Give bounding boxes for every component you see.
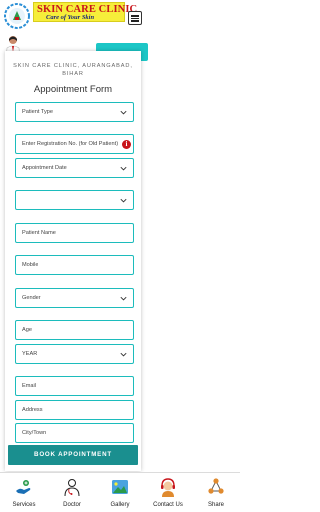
registration-number-input[interactable]: Enter Registration No. (for Old Patient)… <box>15 134 134 154</box>
patient-name-input[interactable]: Patient Name <box>15 223 134 243</box>
nav-item-gallery[interactable]: Gallery <box>100 477 140 511</box>
menu-button[interactable] <box>128 11 142 25</box>
address-input[interactable]: Address <box>15 400 134 420</box>
gallery-icon <box>112 480 128 494</box>
app-page: SKIN CARE CLINIC Care of Your Skin SKIN … <box>0 0 240 512</box>
field-placeholder: Gender <box>22 295 41 301</box>
chevron-down-icon <box>120 352 127 357</box>
clinic-address: SKIN CARE CLINIC, AURANGABAD, BIHAR <box>13 63 133 77</box>
services-icon <box>16 480 31 494</box>
nav-item-share[interactable]: Share <box>196 477 236 511</box>
book-appointment-button[interactable]: BOOK APPOINTMENT <box>8 445 138 465</box>
share-icon <box>208 478 224 494</box>
field-placeholder: Enter Registration No. (for Old Patient) <box>22 141 119 147</box>
nav-item-doctor[interactable]: Doctor <box>52 477 92 511</box>
nav-label: Doctor <box>63 502 81 508</box>
brand-tagline: Care of Your Skin <box>46 14 95 21</box>
field-placeholder: Mobile <box>22 262 39 268</box>
nav-label: Gallery <box>110 502 130 508</box>
chevron-down-icon <box>120 198 127 203</box>
info-icon[interactable]: i <box>122 140 131 149</box>
mobile-input[interactable]: Mobile <box>15 255 134 275</box>
doctor-icon <box>64 479 80 497</box>
field-placeholder: Patient Type <box>22 109 53 115</box>
clinic-logo[interactable] <box>2 2 32 30</box>
field-placeholder: Address <box>22 407 43 413</box>
form-title: Appointment Form <box>33 84 113 95</box>
patient-type-select[interactable]: Patient Type <box>15 102 134 122</box>
nav-label: Contact Us <box>153 502 183 508</box>
nav-label: Services <box>12 502 36 508</box>
header: SKIN CARE CLINIC Care of Your Skin <box>0 0 240 32</box>
brand-banner: SKIN CARE CLINIC Care of Your Skin <box>33 2 137 22</box>
gender-select[interactable]: Gender <box>15 288 134 308</box>
appointment-date-select[interactable]: Appointment Date <box>15 158 134 178</box>
time-slot-select[interactable] <box>15 190 134 210</box>
nav-item-contact-us[interactable]: Contact Us <box>148 477 188 511</box>
contact-icon <box>161 478 175 497</box>
field-placeholder: Email <box>22 383 36 389</box>
age-unit-select[interactable]: YEAR <box>15 344 134 364</box>
chevron-down-icon <box>120 166 127 171</box>
menu-icon-line <box>131 20 139 22</box>
chevron-down-icon <box>120 296 127 301</box>
menu-icon-line <box>131 15 139 17</box>
nav-item-services[interactable]: Services <box>4 477 44 511</box>
appointment-form-card: SKIN CARE CLINIC, AURANGABAD, BIHAR Appo… <box>5 51 141 471</box>
chevron-down-icon <box>120 110 127 115</box>
field-placeholder: Patient Name <box>22 230 56 236</box>
field-placeholder: YEAR <box>22 351 38 357</box>
city-town-input[interactable]: City/Town <box>15 423 134 443</box>
field-placeholder: City/Town <box>22 430 47 436</box>
field-placeholder: Age <box>22 327 32 333</box>
nav-label: Share <box>207 502 224 508</box>
menu-icon-line <box>131 17 139 19</box>
email-input[interactable]: Email <box>15 376 134 396</box>
age-input[interactable]: Age <box>15 320 134 340</box>
bottom-nav: Services Doctor Gallery Contact Us Share <box>0 472 240 512</box>
field-placeholder: Appointment Date <box>22 165 67 171</box>
